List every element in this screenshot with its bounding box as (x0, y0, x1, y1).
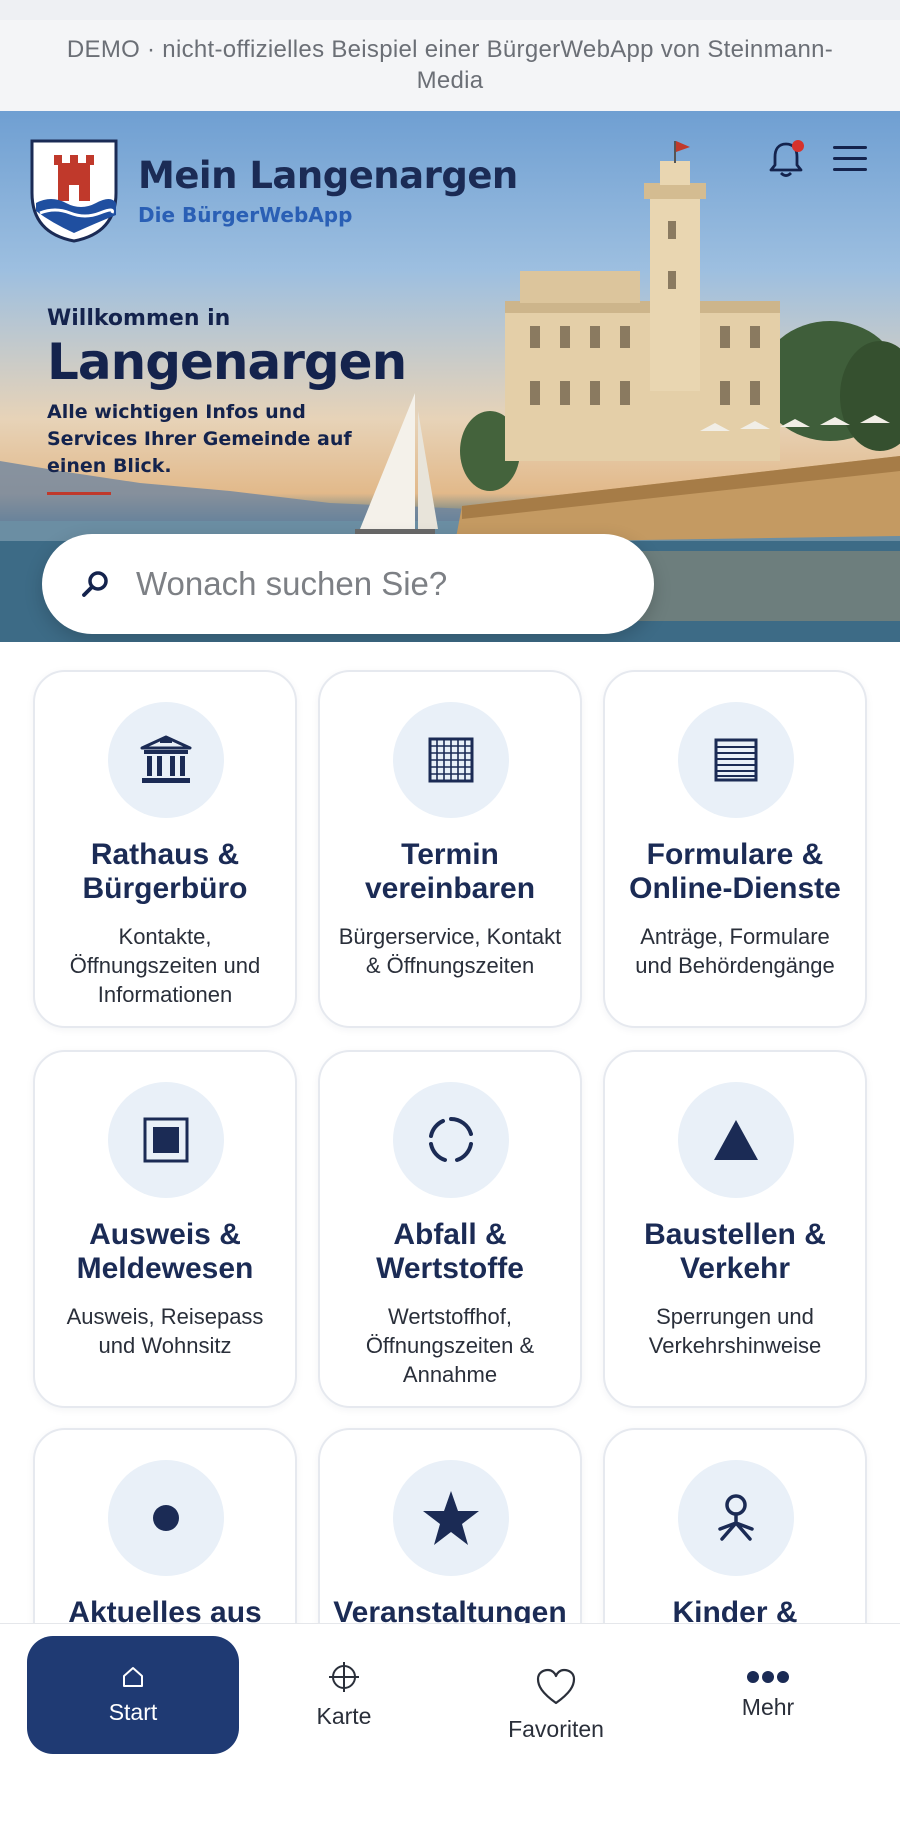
tile-title: Formulare & Online-Dienste (629, 838, 841, 905)
tile-formulare[interactable]: Formulare & Online-Dienste Anträge, Form… (603, 670, 867, 1028)
tile-description: Ausweis, Reisepass und Wohnsitz (66, 1304, 264, 1358)
status-strip (0, 0, 900, 20)
icon-circle (678, 1460, 794, 1576)
news-dot-icon (153, 1505, 179, 1531)
app-title: Mein Langenargen (138, 153, 518, 197)
welcome-line: Willkommen in (47, 306, 231, 331)
brand-block[interactable]: Mein Langenargen Die BürgerWebApp (28, 137, 518, 243)
tile-termin[interactable]: Termin vereinbaren Bürgerservice, Kontak… (318, 670, 582, 1028)
hamburger-menu-icon (833, 146, 867, 171)
tile-description: Sperrungen und Verkehrshinweise (648, 1304, 822, 1358)
calendar-grid-icon (428, 737, 474, 783)
tile-description: Bürgerservice, Kontakt & Öffnungszeiten (338, 924, 562, 978)
warning-triangle-icon (714, 1120, 758, 1160)
nav-karte[interactable]: Karte (238, 1636, 450, 1754)
child-icon (718, 1494, 754, 1541)
tile-title: Ausweis & Meldewesen (76, 1218, 254, 1285)
icon-circle (393, 1082, 509, 1198)
town-hall-icon (140, 735, 192, 783)
home-icon (123, 1666, 143, 1687)
icon-circle (108, 1460, 224, 1576)
tile-ausweis[interactable]: Ausweis & Meldewesen Ausweis, Reisepass … (33, 1050, 297, 1408)
town-name: Langenargen (47, 333, 407, 391)
search-bar[interactable]: Wonach suchen Sie? (42, 534, 654, 634)
notification-dot (792, 140, 804, 152)
nav-label: Favoriten (508, 1715, 604, 1742)
nav-label: Start (108, 1698, 158, 1725)
nav-label: Karte (316, 1702, 372, 1729)
forms-list-icon (714, 738, 758, 782)
tile-title: Rathaus & Bürgerbüro (82, 838, 248, 905)
tile-title: Termin vereinbaren (364, 838, 536, 905)
icon-circle (393, 1460, 509, 1576)
demo-banner: DEMO · nicht-offizielles Beispiel einer … (0, 20, 900, 111)
nav-favoriten[interactable]: Favoriten (450, 1646, 662, 1764)
icon-circle (678, 1082, 794, 1198)
more-dots-icon (747, 1670, 789, 1683)
nav-start[interactable]: Start (27, 1636, 239, 1754)
tile-description: Wertstoffhof, Öffnungszeiten & Annahme (365, 1304, 535, 1387)
welcome-block: Willkommen in Langenargen Alle wichtigen… (47, 306, 407, 495)
map-crosshair-icon (329, 1661, 359, 1692)
search-icon (82, 571, 108, 597)
tile-description: Kontakte, Öffnungszeiten und Information… (69, 924, 261, 1007)
menu-button[interactable] (826, 135, 874, 183)
id-card-icon (143, 1117, 189, 1163)
icon-circle (393, 702, 509, 818)
tile-abfall[interactable]: Abfall & Wertstoffe Wertstoffhof, Öffnun… (318, 1050, 582, 1408)
tile-baustellen[interactable]: Baustellen & Verkehr Sperrungen und Verk… (603, 1050, 867, 1408)
icon-circle (108, 1082, 224, 1198)
accent-divider (47, 492, 111, 495)
app-screen: DEMO · nicht-offizielles Beispiel einer … (0, 0, 900, 1839)
notifications-button[interactable] (762, 135, 810, 183)
hero-section: Mein Langenargen Die BürgerWebApp Willko… (0, 111, 900, 642)
app-subtitle: Die BürgerWebApp (138, 202, 353, 227)
tile-title: Baustellen & Verkehr (644, 1218, 826, 1285)
search-input[interactable]: Wonach suchen Sie? (136, 565, 447, 603)
bottom-navigation: Start Karte Favoriten Mehr (0, 1623, 900, 1839)
tile-title: Abfall & Wertstoffe (376, 1218, 524, 1285)
star-icon (423, 1491, 479, 1545)
heart-icon (536, 1668, 576, 1704)
recycle-icon (429, 1117, 473, 1162)
nav-mehr[interactable]: Mehr (662, 1636, 874, 1754)
icon-circle (108, 702, 224, 818)
nav-label: Mehr (741, 1693, 795, 1720)
tile-description: Anträge, Formulare und Behördengänge (635, 924, 835, 978)
hero-tagline: Alle wichtigen Infos und Services Ihrer … (47, 401, 352, 477)
tile-rathaus[interactable]: Rathaus & Bürgerbüro Kontakte, Öffnungsz… (33, 670, 297, 1028)
icon-circle (678, 702, 794, 818)
town-crest-logo (30, 139, 118, 243)
